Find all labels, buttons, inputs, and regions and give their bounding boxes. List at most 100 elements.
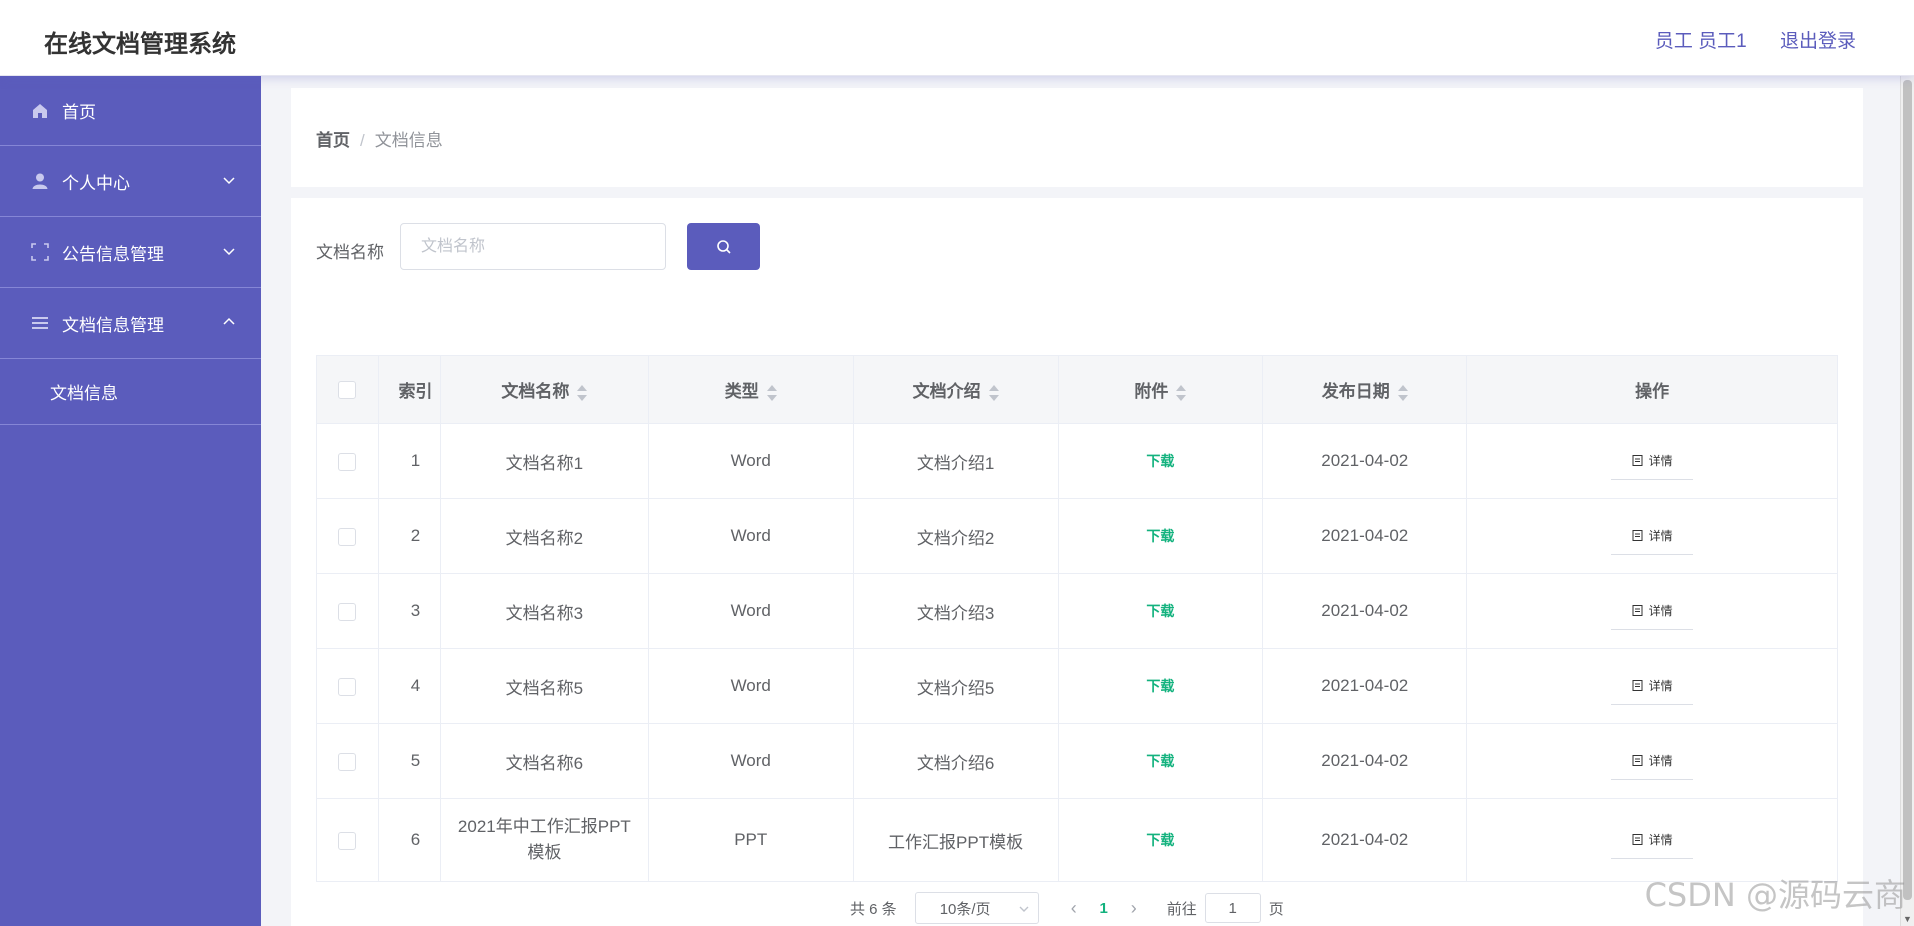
user-icon — [30, 171, 50, 191]
row-date: 2021-04-02 — [1262, 573, 1468, 649]
download-link[interactable]: 下载 — [1146, 753, 1174, 769]
detail-button-label: 详情 — [1648, 833, 1673, 847]
column-header-intro[interactable]: 文档介绍 — [852, 355, 1059, 424]
row-index: 4 — [377, 648, 441, 724]
table-header-row: 索引 文档名称 类型 文档介绍 附件 发布日期 操作 — [316, 355, 1838, 424]
watermark: CSDN @源码云商 — [1644, 876, 1906, 914]
detail-button[interactable]: 详情 — [1611, 667, 1694, 705]
row-date: 2021-04-02 — [1262, 498, 1468, 574]
goto-page-input[interactable] — [1204, 893, 1261, 923]
row-checkbox[interactable] — [338, 527, 357, 546]
row-intro: 文档介绍2 — [852, 498, 1059, 574]
row-checkbox[interactable] — [338, 677, 357, 696]
goto-suffix: 页 — [1268, 900, 1284, 918]
table-row: 3 文档名称3 Word 文档介绍3 下载 2021-04-02 详情 — [316, 573, 1838, 649]
sidebar-item-personal-center[interactable]: 个人中心 — [0, 146, 261, 217]
row-name: 文档名称6 — [439, 723, 649, 799]
select-all-checkbox[interactable] — [338, 381, 357, 400]
app-title: 在线文档管理系统 — [44, 31, 236, 58]
page-size-select[interactable]: 10条/页 — [914, 892, 1039, 924]
column-header-attachment[interactable]: 附件 — [1057, 355, 1264, 424]
row-date: 2021-04-02 — [1262, 723, 1468, 799]
document-icon — [1632, 755, 1643, 766]
sort-icon[interactable] — [988, 384, 999, 401]
home-icon — [30, 101, 50, 121]
detail-button[interactable]: 详情 — [1611, 821, 1694, 859]
column-header-label: 文档名称 — [501, 382, 570, 401]
sidebar-item-announcement-management[interactable]: 公告信息管理 — [0, 217, 261, 288]
header-actions: 员工 员工1 退出登录 — [1627, 26, 1856, 53]
breadcrumb-home-link[interactable]: 首页 — [316, 131, 350, 150]
row-checkbox[interactable] — [338, 831, 357, 850]
row-name: 2021年中工作汇报PPT模板 — [439, 798, 649, 882]
row-date: 2021-04-02 — [1262, 423, 1468, 499]
prev-page-button[interactable]: ‹ — [1059, 898, 1089, 919]
breadcrumb: 首页 / 文档信息 — [316, 126, 443, 151]
column-header-label: 类型 — [724, 382, 759, 401]
list-icon — [30, 313, 50, 333]
frame-icon — [30, 242, 50, 262]
detail-button[interactable]: 详情 — [1611, 592, 1694, 630]
row-date: 2021-04-02 — [1262, 648, 1468, 724]
chevron-up-icon — [223, 317, 235, 325]
sort-icon[interactable] — [1397, 384, 1408, 401]
sidebar-item-label: 公告信息管理 — [62, 244, 164, 264]
search-input[interactable] — [400, 223, 666, 270]
download-link[interactable]: 下载 — [1146, 678, 1174, 694]
current-user: 员工 员工1 — [1654, 31, 1747, 52]
detail-button-label: 详情 — [1648, 529, 1673, 543]
chevron-down-icon — [1019, 906, 1029, 912]
search-button[interactable] — [687, 223, 760, 270]
row-type: Word — [647, 498, 854, 574]
sort-icon[interactable] — [577, 384, 588, 401]
pagination: 共 6 条 10条/页 ‹ 1 › 前往 页 — [850, 892, 1284, 924]
row-checkbox[interactable] — [338, 452, 357, 471]
sidebar: 首页 个人中心 公告信息管理 文档信息管理 文档信息 — [0, 76, 261, 926]
detail-button-label: 详情 — [1648, 679, 1673, 693]
row-index: 2 — [377, 498, 441, 574]
detail-button[interactable]: 详情 — [1611, 742, 1694, 780]
column-header-label: 附件 — [1134, 382, 1169, 401]
breadcrumb-card: 首页 / 文档信息 — [291, 88, 1863, 187]
detail-button[interactable]: 详情 — [1611, 517, 1694, 555]
row-name: 文档名称5 — [439, 648, 649, 724]
detail-button[interactable]: 详情 — [1611, 442, 1694, 480]
column-header-label: 发布日期 — [1321, 382, 1390, 401]
page-number[interactable]: 1 — [1089, 900, 1119, 917]
sidebar-item-home[interactable]: 首页 — [0, 76, 261, 146]
sidebar-item-document-management[interactable]: 文档信息管理 — [0, 288, 261, 359]
column-header-name[interactable]: 文档名称 — [439, 355, 649, 424]
table-row: 2 文档名称2 Word 文档介绍2 下载 2021-04-02 详情 — [316, 498, 1838, 574]
download-link[interactable]: 下载 — [1146, 603, 1174, 619]
row-type: PPT — [647, 798, 854, 882]
row-name: 文档名称2 — [439, 498, 649, 574]
logout-link[interactable]: 退出登录 — [1780, 31, 1856, 52]
pagination-total: 共 6 条 — [850, 900, 897, 918]
detail-button-label: 详情 — [1648, 754, 1673, 768]
download-link[interactable]: 下载 — [1146, 453, 1174, 469]
search-label: 文档名称 — [316, 243, 384, 262]
sort-icon[interactable] — [766, 384, 777, 401]
column-header-date[interactable]: 发布日期 — [1262, 355, 1468, 424]
download-link[interactable]: 下载 — [1146, 832, 1174, 848]
column-header-actions: 操作 — [1466, 355, 1838, 424]
page-scrollbar[interactable]: ▼ — [1900, 76, 1914, 926]
sort-icon[interactable] — [1176, 384, 1187, 401]
sidebar-subitem-label: 文档信息 — [50, 384, 118, 403]
detail-button-label: 详情 — [1648, 454, 1673, 468]
sidebar-item-label: 文档信息管理 — [62, 315, 164, 335]
row-type: Word — [647, 723, 854, 799]
document-list-card: 文档名称 索引 文档名称 类型 文档介绍 附件 发布日期 操作 1 文档名称1 — [291, 198, 1863, 926]
scrollbar-thumb[interactable] — [1903, 80, 1912, 900]
sidebar-item-label: 个人中心 — [62, 173, 130, 193]
next-page-button[interactable]: › — [1119, 898, 1149, 919]
top-header: 在线文档管理系统 员工 员工1 退出登录 — [0, 0, 1914, 76]
row-type: Word — [647, 423, 854, 499]
table-row: 4 文档名称5 Word 文档介绍5 下载 2021-04-02 详情 — [316, 648, 1838, 724]
download-link[interactable]: 下载 — [1146, 528, 1174, 544]
column-header-type[interactable]: 类型 — [647, 355, 854, 424]
row-checkbox[interactable] — [338, 752, 357, 771]
row-checkbox[interactable] — [338, 602, 357, 621]
sidebar-subitem-document-info[interactable]: 文档信息 — [0, 359, 261, 425]
detail-button-label: 详情 — [1648, 604, 1673, 618]
